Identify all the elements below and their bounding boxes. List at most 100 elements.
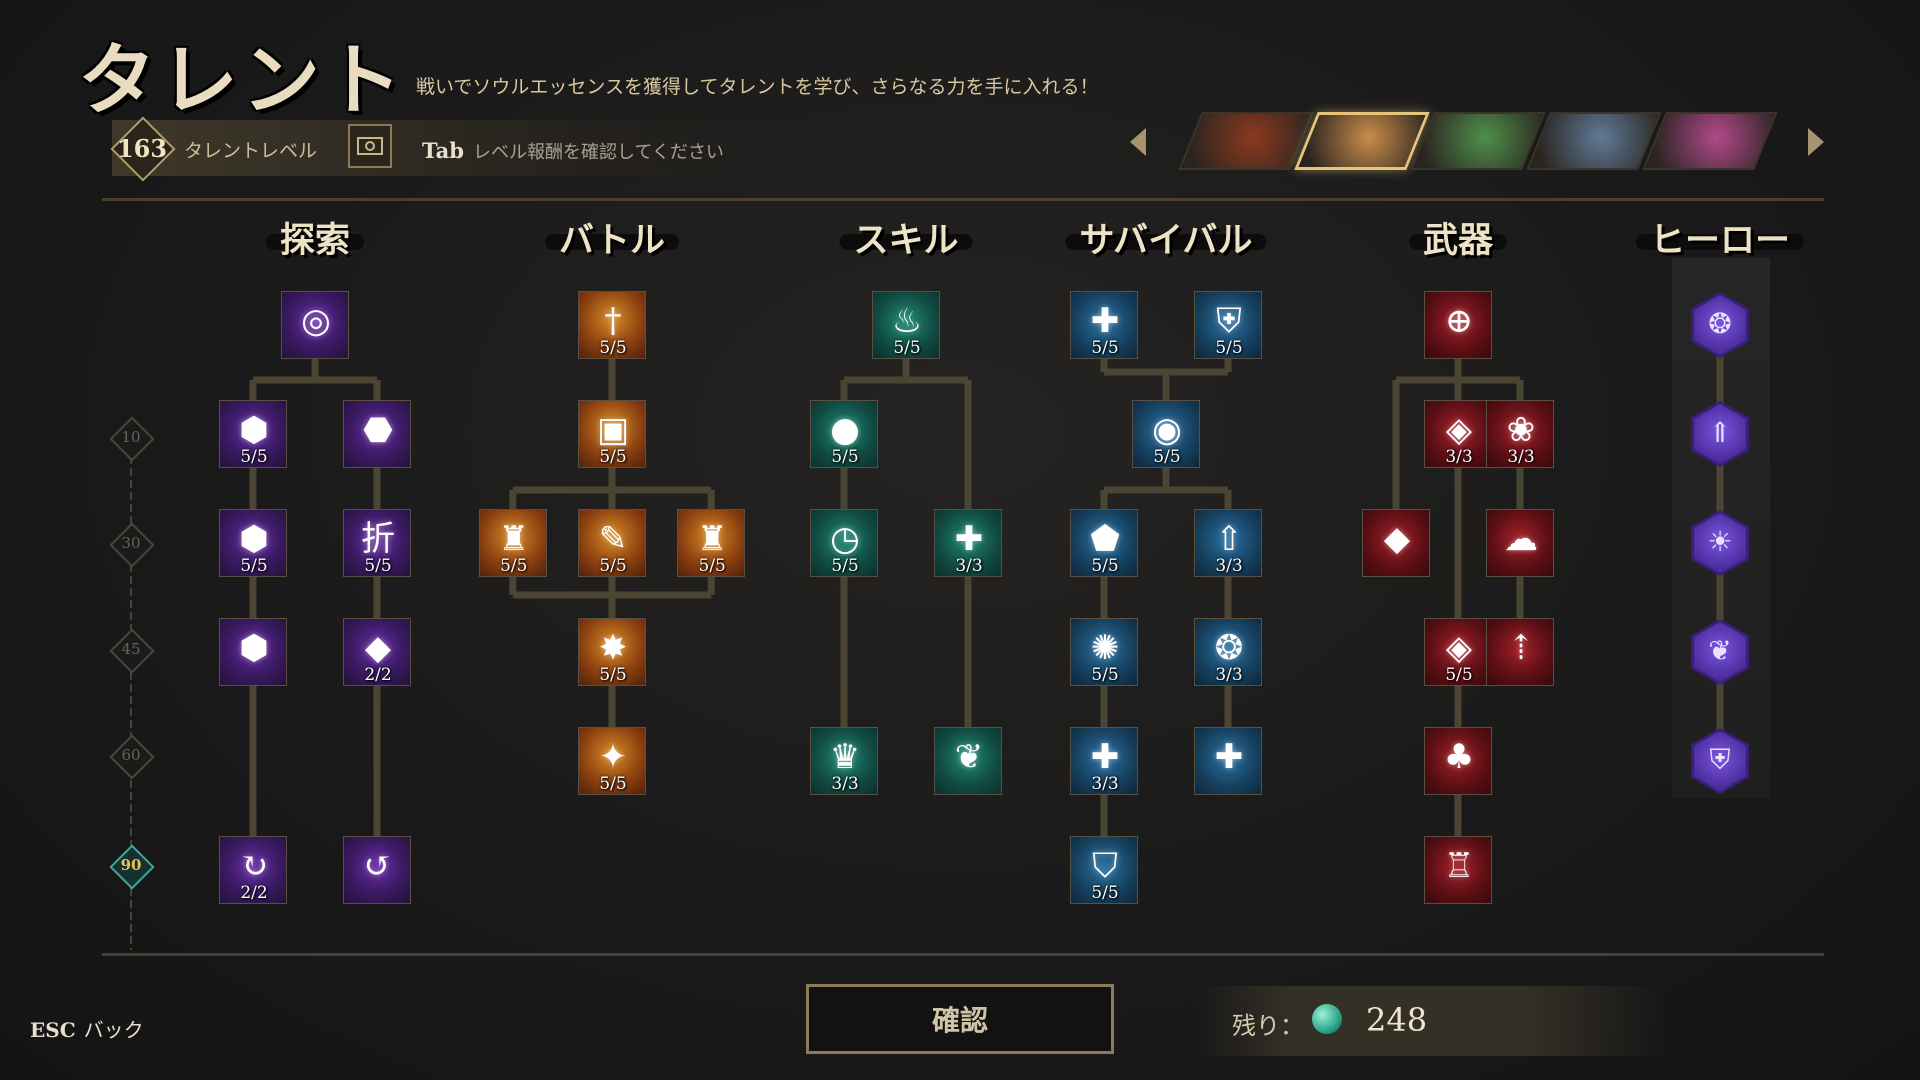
talent-node-explore[interactable]: 折 5/5 [343,509,411,577]
talent-node-skill[interactable]: ✚ 3/3 [934,509,1002,577]
talent-node-survival[interactable]: ✚ 5/5 [1070,291,1138,359]
talent-node-battle[interactable]: ✸ 5/5 [578,618,646,686]
esc-key: ESC [30,1018,76,1042]
talent-rank: 5/5 [1153,447,1181,467]
forge-icon: ♖ [1443,846,1475,886]
talent-node-weapon[interactable]: ⊕ [1424,291,1492,359]
talent-node-skill[interactable]: ❦ [934,727,1002,795]
talent-node-skill[interactable]: ♨ 5/5 [872,291,940,359]
talent-node-explore[interactable]: ↻ 2/2 [219,836,287,904]
talent-rank: 5/5 [831,447,859,467]
anvil-icon: ♣ [1443,737,1475,777]
talent-rank: 3/3 [831,774,859,794]
talent-rank: 5/5 [500,556,528,576]
talent-rank: 5/5 [364,556,392,576]
column-title-hero: ヒーロー [1635,212,1805,263]
talent-node-weapon[interactable]: ◆ [1362,509,1430,577]
shield-hex-icon: ⛨ [1709,743,1731,776]
scroll-up-icon: ⇡ [1506,628,1536,668]
talent-rank: 5/5 [240,556,268,576]
talent-node-battle[interactable]: ✦ 5/5 [578,727,646,795]
cloud-icon: ☁ [1504,519,1538,559]
talent-rank: 3/3 [1445,447,1473,467]
remaining-value: 248 [1366,1001,1428,1039]
talent-rank: 5/5 [1445,665,1473,685]
talent-node-survival[interactable]: ⇧ 3/3 [1194,509,1262,577]
talent-rank: 2/2 [364,665,392,685]
talent-node-explore[interactable]: ◎ [281,291,349,359]
talent-node-explore[interactable]: ↺ [343,836,411,904]
soul-essence-icon [1312,1004,1342,1034]
rank-up-icon: ⇑ [1708,416,1732,449]
heal-beam-icon: ✚ [1214,737,1244,777]
talent-node-battle[interactable]: ♜ 5/5 [478,509,547,577]
talent-node-survival[interactable]: ⬟ 5/5 [1070,509,1138,577]
wing-icon: ❦ [1708,634,1732,667]
talent-rank: 5/5 [1091,883,1119,903]
talent-node-explore[interactable]: ◆ 2/2 [343,618,411,686]
talent-rank: 2/2 [240,883,268,903]
pouch-icon: ⬣ [363,410,393,450]
esc-back-hint[interactable]: ESC バック [30,1014,144,1043]
talent-rank: 3/3 [1215,665,1243,685]
remaining-label: 残り： [1232,1012,1304,1040]
talent-node-skill[interactable]: ● 5/5 [810,400,878,468]
talent-node-battle[interactable]: ✎ 5/5 [578,509,646,577]
column-title-skill: スキル [839,212,973,263]
confirm-button[interactable]: 確認 [806,984,1114,1054]
rise-icon: ☀ [1707,525,1733,558]
talent-node-battle[interactable]: ♜ 5/5 [677,509,746,577]
talent-node-skill[interactable]: ♛ 3/3 [810,727,878,795]
talent-node-weapon[interactable]: ⇡ [1486,618,1554,686]
talent-node-explore[interactable]: ⬢ 5/5 [219,400,287,468]
coin-glow-icon: ⬢ [239,628,269,668]
talent-rank: 5/5 [599,556,627,576]
talent-node-weapon[interactable]: ☁ [1486,509,1554,577]
talent-rank: 5/5 [1091,338,1119,358]
leaf-icon: ❦ [954,737,984,777]
talent-rank: 5/5 [240,447,268,467]
column-title-survival: サバイバル [1065,212,1267,263]
talent-node-explore[interactable]: ⬣ [343,400,411,468]
talent-node-survival[interactable]: ✚ [1194,727,1262,795]
talent-rank: 5/5 [1215,338,1243,358]
talent-node-weapon[interactable]: ◈ 3/3 [1424,400,1492,468]
talent-node-weapon[interactable]: ♖ [1424,836,1492,904]
talent-rank: 3/3 [1507,447,1535,467]
talent-rank: 5/5 [1091,665,1119,685]
talent-node-survival[interactable]: ◉ 5/5 [1132,400,1200,468]
talent-node-battle[interactable]: † 5/5 [578,291,646,359]
talent-node-survival[interactable]: ✚ 3/3 [1070,727,1138,795]
talent-rank: 5/5 [1091,556,1119,576]
talent-node-survival[interactable]: ❂ 3/3 [1194,618,1262,686]
diamond-icon: ◆ [1383,519,1411,559]
swirl-icon: ◎ [301,301,331,341]
talent-node-battle[interactable]: ▣ 5/5 [578,400,646,468]
talent-node-survival[interactable]: ⛨ 5/5 [1194,291,1262,359]
talent-rank: 5/5 [599,447,627,467]
talent-rank: 5/5 [599,338,627,358]
talent-rank: 5/5 [599,774,627,794]
talent-node-weapon[interactable]: ❀ 3/3 [1486,400,1554,468]
talent-rank: 5/5 [698,556,726,576]
talent-rank: 5/5 [893,338,921,358]
talent-node-explore[interactable]: ⬢ 5/5 [219,509,287,577]
talent-rank: 3/3 [1091,774,1119,794]
talent-node-skill[interactable]: ◷ 5/5 [810,509,878,577]
talent-rank: 3/3 [955,556,983,576]
talent-node-survival[interactable]: ⛉ 5/5 [1070,836,1138,904]
talent-node-weapon[interactable]: ◈ 5/5 [1424,618,1492,686]
back-label: バック [83,1018,144,1042]
talent-node-weapon[interactable]: ♣ [1424,727,1492,795]
return-icon: ↺ [363,846,393,886]
spirit-icon: ❂ [1708,307,1732,340]
talent-node-survival[interactable]: ✺ 5/5 [1070,618,1138,686]
crosshair-icon: ⊕ [1444,301,1474,341]
talent-rank: 3/3 [1215,556,1243,576]
talent-node-explore[interactable]: ⬢ [219,618,287,686]
column-title-weapon: 武器 [1408,212,1508,263]
talent-rank: 5/5 [831,556,859,576]
talent-rank: 5/5 [599,665,627,685]
column-title-explore: 探索 [265,212,365,263]
column-title-battle: バトル [544,212,680,263]
